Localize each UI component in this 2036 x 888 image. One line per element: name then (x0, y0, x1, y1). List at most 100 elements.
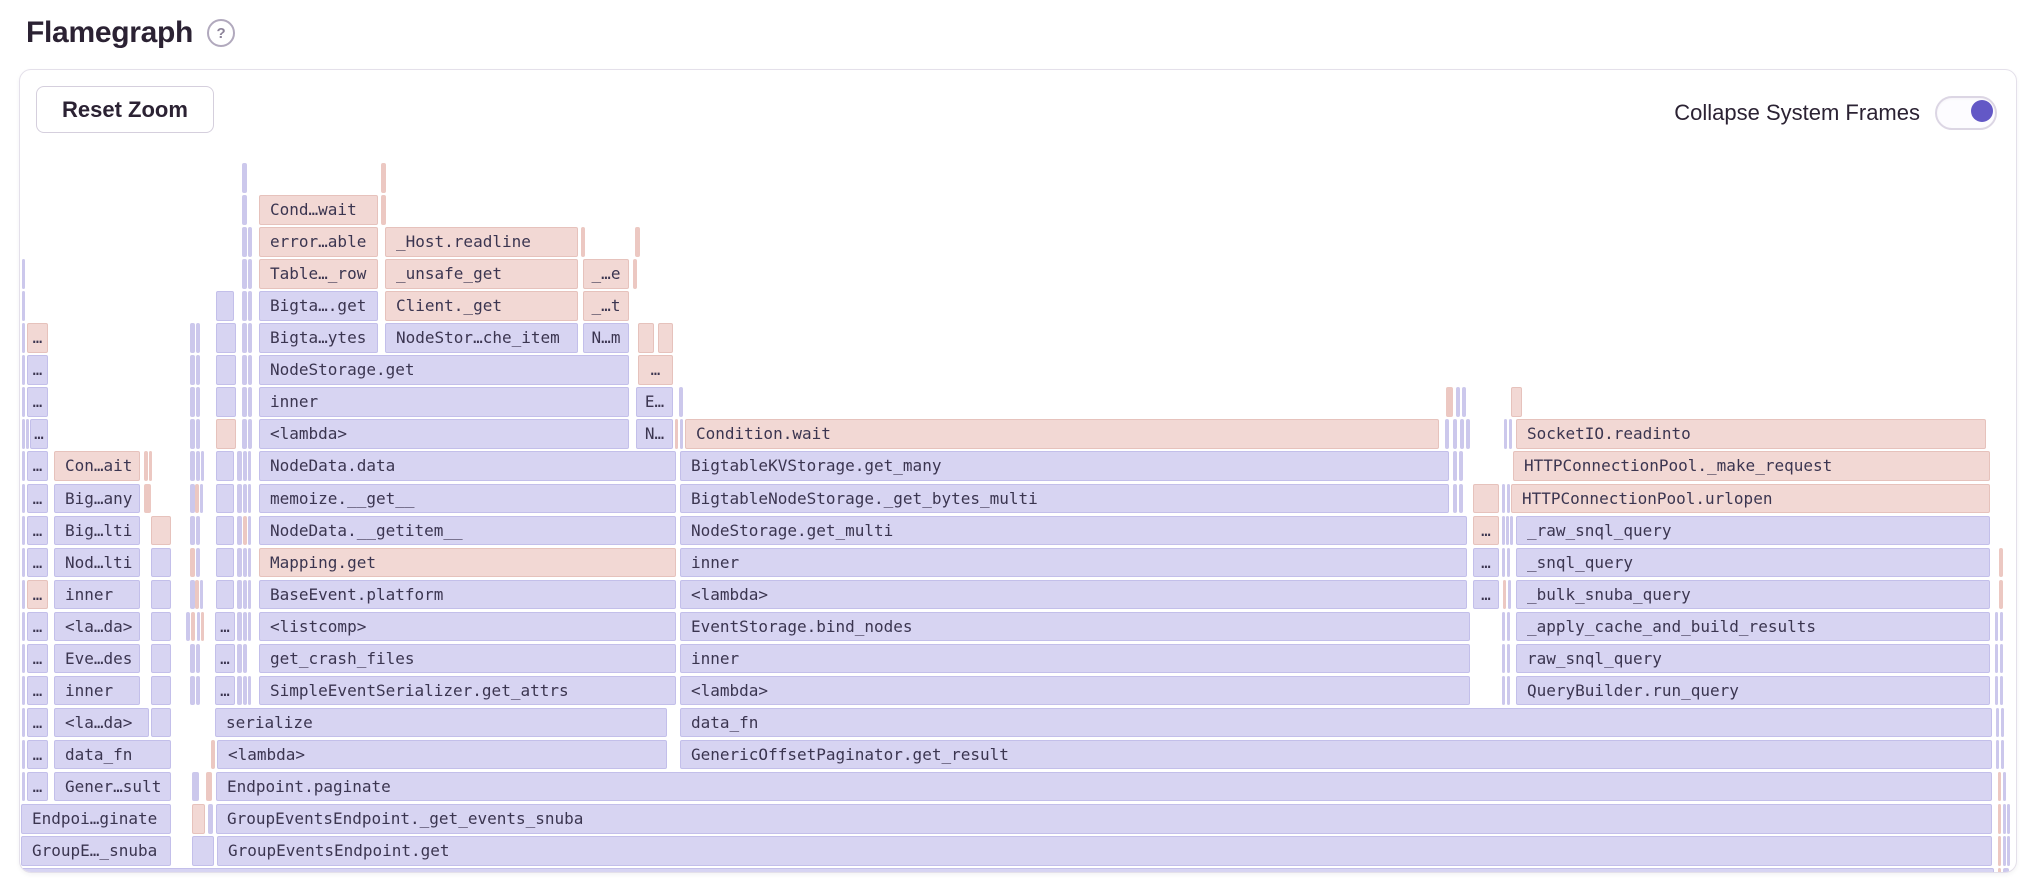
flame-frame[interactable]: Nod…lti (54, 548, 140, 578)
flame-frame-sliver[interactable] (192, 772, 199, 802)
flame-frame[interactable]: Table…_row (259, 259, 378, 289)
flame-frame-sliver[interactable] (216, 387, 236, 417)
flame-frame[interactable]: … (27, 323, 48, 353)
flame-frame-sliver[interactable] (2003, 772, 2006, 802)
flame-frame-sliver[interactable] (1502, 644, 1505, 674)
flame-frame-sliver[interactable] (633, 259, 637, 289)
flame-frame-sliver[interactable] (190, 580, 195, 610)
flame-frame-sliver[interactable] (191, 612, 195, 642)
flame-frame[interactable]: _apply_cache_and_build_results (1516, 612, 1990, 642)
flame-frame-sliver[interactable] (195, 484, 199, 514)
flame-frame[interactable]: … (215, 644, 235, 674)
flame-frame-sliver[interactable] (1507, 644, 1510, 674)
flame-frame-sliver[interactable] (248, 387, 252, 417)
flame-frame[interactable]: … (27, 484, 48, 514)
flame-frame-sliver[interactable] (248, 291, 252, 321)
flame-frame-sliver[interactable] (206, 772, 212, 802)
flame-frame-sliver[interactable] (216, 323, 236, 353)
flame-frame-sliver[interactable] (1509, 419, 1512, 449)
flame-frame-sliver[interactable] (237, 612, 242, 642)
flame-frame-sliver[interactable] (243, 676, 247, 706)
flame-frame-sliver[interactable] (1446, 387, 1453, 417)
flame-frame[interactable]: GroupEventsEndpoint._get_events_snuba (216, 804, 1992, 834)
flame-frame-sliver[interactable] (22, 484, 25, 514)
flame-frame-sliver[interactable] (237, 676, 242, 706)
flame-frame[interactable]: EventStorage.bind_nodes (680, 612, 1470, 642)
flame-frame-sliver[interactable] (1502, 516, 1505, 546)
flame-frame-sliver[interactable] (248, 484, 251, 514)
flame-frame[interactable]: Endpoi…ginate (21, 804, 171, 834)
flame-frame-sliver[interactable] (1504, 419, 1507, 449)
flame-frame-sliver[interactable] (190, 323, 195, 353)
flame-frame-sliver[interactable] (237, 580, 242, 610)
flame-frame[interactable]: N… (636, 419, 673, 449)
flame-frame-sliver[interactable] (237, 548, 242, 578)
flame-frame-sliver[interactable] (248, 676, 251, 706)
flame-frame-sliver[interactable] (243, 451, 247, 481)
flame-frame-sliver[interactable] (2007, 804, 2010, 834)
flame-frame-sliver[interactable] (1502, 484, 1505, 514)
flame-frame[interactable]: Gener…sult (54, 772, 171, 802)
flame-frame-sliver[interactable] (196, 548, 200, 578)
flame-frame-sliver[interactable] (242, 259, 247, 289)
flame-frame-sliver[interactable] (192, 804, 205, 834)
flame-frame[interactable]: Cond…wait (259, 195, 378, 225)
flame-frame[interactable]: _snql_query (1516, 548, 1990, 578)
flame-frame-sliver[interactable] (1996, 708, 1999, 738)
flame-frame[interactable]: … (27, 355, 48, 385)
flame-frame-sliver[interactable] (216, 291, 234, 321)
flame-frame-sliver[interactable] (22, 419, 25, 449)
flame-frame-sliver[interactable] (2000, 612, 2003, 642)
flame-frame[interactable]: raw_snql_query (1516, 644, 1990, 674)
flame-frame-sliver[interactable] (2001, 740, 2004, 770)
flame-frame-sliver[interactable] (216, 484, 234, 514)
flame-frame-sliver[interactable] (1445, 419, 1449, 449)
flame-frame-sliver[interactable] (658, 323, 673, 353)
flame-frame-sliver[interactable] (190, 516, 195, 546)
flame-frame[interactable]: get_crash_files (259, 644, 676, 674)
flame-frame[interactable]: <listcomp> (259, 612, 676, 642)
flame-frame-sliver[interactable] (2007, 836, 2010, 866)
flame-frame-sliver[interactable] (216, 451, 234, 481)
flame-frame-sliver[interactable] (248, 580, 251, 610)
flame-frame-sliver[interactable] (22, 580, 25, 610)
flame-frame-sliver[interactable] (22, 323, 25, 353)
flame-frame-sliver[interactable] (635, 227, 640, 257)
flame-frame[interactable]: _Host.readline (385, 227, 578, 257)
flame-frame-sliver[interactable] (248, 516, 251, 546)
flame-frame-sliver[interactable] (190, 451, 195, 481)
flame-frame-sliver[interactable] (581, 227, 585, 257)
flame-frame-sliver[interactable] (2001, 708, 2004, 738)
flame-frame[interactable]: HTTPConnectionPool.urlopen (1511, 484, 1990, 514)
flame-frame-sliver[interactable] (1502, 676, 1505, 706)
flame-frame[interactable]: NodeStorage.get_multi (680, 516, 1467, 546)
flame-frame-sliver[interactable] (638, 323, 654, 353)
flame-frame[interactable]: NodeData.__getitem__ (259, 516, 676, 546)
flame-frame[interactable]: memoize.__get__ (259, 484, 676, 514)
flame-frame-sliver[interactable] (248, 259, 252, 289)
flame-frame-sliver[interactable] (22, 644, 25, 674)
flame-frame-sliver[interactable] (151, 612, 171, 642)
flame-frame[interactable]: <lambda> (680, 676, 1470, 706)
flame-frame[interactable]: … (27, 644, 48, 674)
flame-frame[interactable]: … (27, 740, 48, 770)
flame-frame-sliver[interactable] (1999, 548, 2003, 578)
flame-frame-sliver[interactable] (1503, 580, 1506, 610)
flame-frame[interactable]: <lambda> (680, 580, 1467, 610)
flame-frame-sliver[interactable] (1999, 580, 2003, 610)
flame-frame-sliver[interactable] (242, 419, 247, 449)
flame-frame[interactable]: Con…ait (54, 451, 140, 481)
flame-frame-sliver[interactable] (2003, 836, 2006, 866)
flame-frame-sliver[interactable] (196, 323, 200, 353)
flame-frame[interactable]: SocketIO.readinto (1516, 419, 1986, 449)
flame-frame-sliver[interactable] (1996, 740, 1999, 770)
flame-frame-sliver[interactable] (248, 355, 252, 385)
flame-frame-sliver[interactable] (144, 484, 151, 514)
flame-frame-sliver[interactable] (196, 451, 200, 481)
flame-frame-sliver[interactable] (242, 323, 247, 353)
flame-frame-sliver[interactable] (216, 516, 234, 546)
flame-frame[interactable]: <lambda> (217, 740, 667, 770)
flame-frame-sliver[interactable] (2003, 868, 2009, 873)
flame-frame[interactable]: Bigta….get (259, 291, 378, 321)
flame-frame-sliver[interactable] (151, 644, 171, 674)
